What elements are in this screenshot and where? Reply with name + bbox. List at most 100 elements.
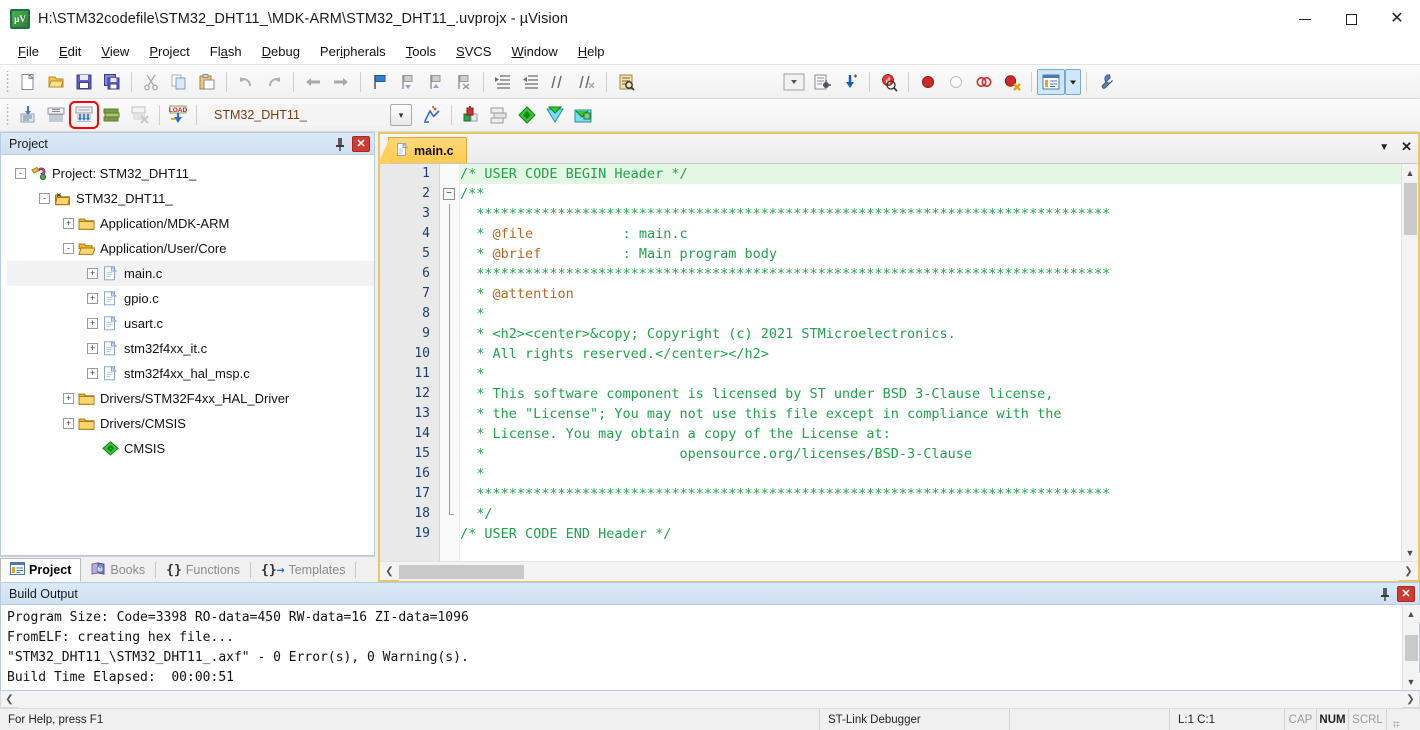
resize-grip-icon[interactable] xyxy=(1387,709,1403,730)
bookmark-next-icon[interactable] xyxy=(422,69,450,95)
tab-books[interactable]: ? Books xyxy=(81,558,155,582)
code-line[interactable]: ****************************************… xyxy=(460,484,1401,504)
editor-vertical-scrollbar[interactable]: ▲ ▼ xyxy=(1401,164,1418,561)
menu-tools[interactable]: Tools xyxy=(396,40,446,63)
expand-toggle-icon[interactable]: + xyxy=(87,318,98,329)
expand-toggle-icon[interactable]: + xyxy=(87,268,98,279)
tree-item-drivers-stm32f4xx-hal-driver[interactable]: + Drivers/STM32F4xx_HAL_Driver xyxy=(7,386,374,411)
menu-peripherals[interactable]: Peripherals xyxy=(310,40,396,63)
translate-icon[interactable] xyxy=(14,102,42,128)
cut-icon[interactable] xyxy=(137,69,165,95)
tab-functions[interactable]: {} Functions xyxy=(156,558,250,582)
scroll-thumb[interactable] xyxy=(1403,183,1417,235)
pin-icon[interactable] xyxy=(1376,585,1394,603)
menu-window[interactable]: Window xyxy=(501,40,567,63)
build-output-body[interactable]: Program Size: Code=3398 RO-data=450 RW-d… xyxy=(0,604,1420,691)
download-icon[interactable] xyxy=(836,69,864,95)
tree-item-application-user-core[interactable]: - Application/User/Core xyxy=(7,236,374,261)
pack-installer-icon[interactable] xyxy=(541,102,569,128)
code-line[interactable]: * License. You may obtain a copy of the … xyxy=(460,424,1401,444)
expand-toggle-icon[interactable]: + xyxy=(63,218,74,229)
code-line[interactable]: /** xyxy=(460,184,1401,204)
target-options-icon[interactable] xyxy=(418,102,446,128)
rebuild-icon[interactable] xyxy=(69,101,99,129)
collapse-toggle-icon[interactable]: - xyxy=(15,168,26,179)
copy-icon[interactable] xyxy=(165,69,193,95)
expand-toggle-icon[interactable]: + xyxy=(63,393,74,404)
code-line[interactable]: * xyxy=(460,304,1401,324)
scroll-down-icon[interactable]: ▼ xyxy=(1401,544,1418,561)
menu-debug[interactable]: Debug xyxy=(252,40,310,63)
editor-tab-main-c[interactable]: main.c xyxy=(378,137,467,164)
collapse-toggle-icon[interactable]: - xyxy=(39,193,50,204)
target-select[interactable]: STM32_DHT11_ xyxy=(208,104,388,126)
menu-file[interactable]: FFileile xyxy=(8,40,49,63)
menu-edit[interactable]: Edit xyxy=(49,40,91,63)
scroll-right-icon[interactable]: ❯ xyxy=(1402,691,1419,708)
close-icon[interactable]: ✕ xyxy=(1401,139,1412,155)
tree-item-cmsis[interactable]: CMSIS xyxy=(7,436,374,461)
select-software-packs-icon[interactable] xyxy=(513,102,541,128)
tree-item-main-c[interactable]: + main.c xyxy=(7,261,374,286)
project-window-icon[interactable] xyxy=(1037,68,1065,95)
scroll-thumb[interactable] xyxy=(1404,634,1418,661)
comment-icon[interactable] xyxy=(545,69,573,95)
scroll-left-icon[interactable]: ❮ xyxy=(380,562,399,581)
toolbar-grip[interactable] xyxy=(4,104,11,126)
redo-icon[interactable] xyxy=(260,69,288,95)
code-line[interactable]: * the "License"; You may not use this fi… xyxy=(460,404,1401,424)
menu-svcs[interactable]: SVCS xyxy=(446,40,501,63)
collapse-toggle-icon[interactable]: - xyxy=(63,243,74,254)
code-line[interactable]: * @file : main.c xyxy=(460,224,1401,244)
pack-installer-2-icon[interactable] xyxy=(569,102,597,128)
maximize-button[interactable] xyxy=(1328,0,1374,38)
tree-item-gpio-c[interactable]: + gpio.c xyxy=(7,286,374,311)
breakpoint-kill-all-icon[interactable] xyxy=(998,69,1026,95)
bookmark-prev-icon[interactable] xyxy=(394,69,422,95)
stop-build-icon[interactable] xyxy=(126,102,154,128)
code-line[interactable]: * xyxy=(460,364,1401,384)
bhscroll-track[interactable] xyxy=(18,690,1402,708)
expand-toggle-icon[interactable]: + xyxy=(63,418,74,429)
project-tree[interactable]: - Project: STM32_DHT11_ - STM32_DHT11_ + Appl… xyxy=(0,154,375,556)
navigate-forward-icon[interactable] xyxy=(327,69,355,95)
code-line[interactable]: * xyxy=(460,464,1401,484)
download-load-icon[interactable]: LOAD xyxy=(165,102,191,128)
build-vertical-scrollbar[interactable]: ▲ ▼ xyxy=(1402,605,1420,690)
fold-column[interactable]: − xyxy=(440,164,460,561)
toolbar-grip[interactable] xyxy=(4,70,11,93)
close-icon[interactable]: ✕ xyxy=(1397,585,1415,602)
navigate-back-icon[interactable] xyxy=(299,69,327,95)
menu-help[interactable]: Help xyxy=(568,40,615,63)
close-icon[interactable]: ✕ xyxy=(352,135,370,152)
scroll-up-icon[interactable]: ▲ xyxy=(1402,605,1420,622)
code-line[interactable]: * <h2><center>&copy; Copyright (c) 2021 … xyxy=(460,324,1401,344)
paste-icon[interactable] xyxy=(193,69,221,95)
hscroll-track[interactable] xyxy=(399,561,1399,581)
expand-toggle-icon[interactable]: + xyxy=(87,343,98,354)
minimize-button[interactable] xyxy=(1282,0,1328,38)
code-line[interactable]: ****************************************… xyxy=(460,204,1401,224)
bookmark-clear-icon[interactable] xyxy=(450,69,478,95)
tree-item-stm32f4xx-hal-msp-c[interactable]: + stm32f4xx_hal_msp.c xyxy=(7,361,374,386)
tree-item-stm32f4xx-it-c[interactable]: + stm32f4xx_it.c xyxy=(7,336,374,361)
indent-right-icon[interactable] xyxy=(489,69,517,95)
code-line[interactable]: * @brief : Main program body xyxy=(460,244,1401,264)
undo-icon[interactable] xyxy=(232,69,260,95)
new-file-icon[interactable] xyxy=(14,69,42,95)
menu-view[interactable]: View xyxy=(91,40,139,63)
bookmark-toggle-icon[interactable] xyxy=(366,69,394,95)
pin-icon[interactable] xyxy=(331,135,349,153)
open-file-icon[interactable] xyxy=(42,69,70,95)
project-window-dropdown-icon[interactable] xyxy=(1065,68,1081,95)
save-all-icon[interactable] xyxy=(98,69,126,95)
tab-project[interactable]: Project xyxy=(0,558,82,582)
tree-item-application-mdk-arm[interactable]: + Application/MDK-ARM xyxy=(7,211,374,236)
breakpoint-disable-all-icon[interactable] xyxy=(970,69,998,95)
code-line[interactable]: * This software component is licensed by… xyxy=(460,384,1401,404)
build-horizontal-scrollbar[interactable]: ❮ ❯ xyxy=(0,690,1420,708)
scroll-right-icon[interactable]: ❯ xyxy=(1399,562,1418,581)
tree-item-project-stm32-dht11[interactable]: - Project: STM32_DHT11_ xyxy=(7,161,374,186)
code-area[interactable]: /* USER CODE BEGIN Header *//** ********… xyxy=(460,164,1401,561)
chevron-down-icon[interactable]: ▼ xyxy=(1379,142,1389,153)
